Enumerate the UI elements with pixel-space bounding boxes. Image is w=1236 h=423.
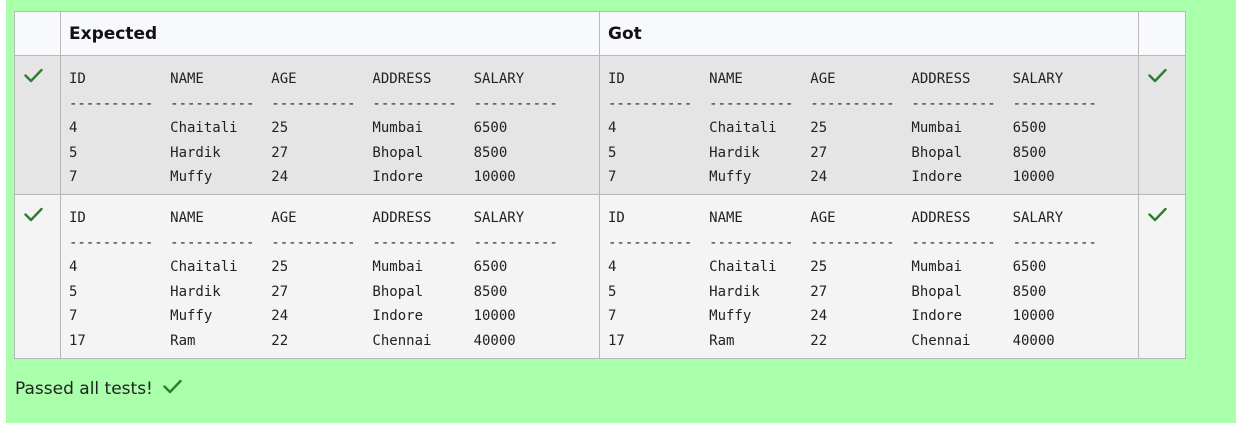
expected-output: ID NAME AGE ADDRESS SALARY ---------- --…: [69, 71, 558, 185]
header-expected: Expected: [60, 11, 600, 56]
header-blank-left: [14, 11, 61, 56]
check-mark-icon: [1139, 56, 1185, 83]
check-mark-icon: [15, 195, 60, 222]
header-blank-right: [1138, 11, 1186, 56]
test-row: ID NAME AGE ADDRESS SALARY ---------- --…: [14, 55, 1186, 195]
test-row: ID NAME AGE ADDRESS SALARY ---------- --…: [14, 194, 1186, 359]
results-table: Expected Got ID NAME AGE ADDRESS SALARY …: [14, 11, 1186, 359]
check-mark-icon: [15, 56, 60, 83]
got-output-cell: ID NAME AGE ADDRESS SALARY ---------- --…: [599, 55, 1139, 195]
check-mark-icon: [1139, 195, 1185, 222]
check-mark-icon: [163, 379, 182, 399]
row-pass-cell: [14, 194, 61, 359]
header-got: Got: [599, 11, 1139, 56]
row-pass-cell-right: [1138, 55, 1186, 195]
expected-output-cell: ID NAME AGE ADDRESS SALARY ---------- --…: [60, 55, 600, 195]
header-row: Expected Got: [14, 11, 1186, 56]
expected-output: ID NAME AGE ADDRESS SALARY ---------- --…: [69, 210, 558, 349]
test-summary: Passed all tests!: [15, 379, 182, 399]
row-pass-cell: [14, 55, 61, 195]
row-pass-cell-right: [1138, 194, 1186, 359]
got-output: ID NAME AGE ADDRESS SALARY ---------- --…: [608, 71, 1097, 185]
got-output: ID NAME AGE ADDRESS SALARY ---------- --…: [608, 210, 1097, 349]
got-output-cell: ID NAME AGE ADDRESS SALARY ---------- --…: [599, 194, 1139, 359]
summary-text: Passed all tests!: [15, 379, 153, 399]
expected-output-cell: ID NAME AGE ADDRESS SALARY ---------- --…: [60, 194, 600, 359]
